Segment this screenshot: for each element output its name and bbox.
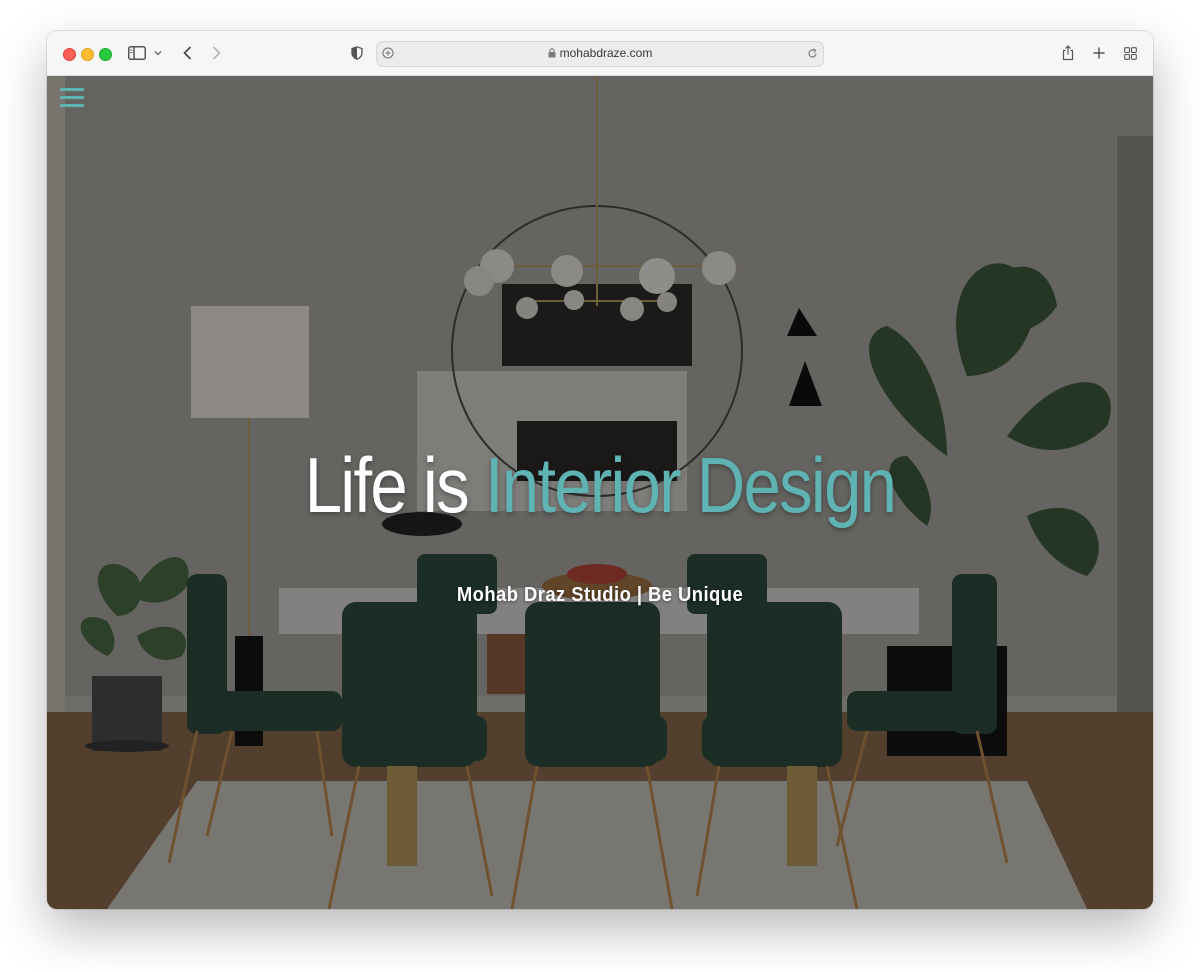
zoom-window-button[interactable] bbox=[99, 48, 112, 61]
lock-icon bbox=[548, 47, 556, 61]
browser-window: mohabdraze.com Life is Interior Design M… bbox=[47, 31, 1153, 909]
url-display: mohabdraze.com bbox=[377, 46, 823, 61]
hero-section: Life is Interior Design Mohab Draz Studi… bbox=[47, 76, 1153, 909]
close-window-button[interactable] bbox=[63, 48, 76, 61]
browser-toolbar: mohabdraze.com bbox=[47, 31, 1153, 76]
chevron-left-icon[interactable] bbox=[180, 43, 194, 63]
reload-icon[interactable] bbox=[805, 45, 819, 61]
sidebar-icon[interactable] bbox=[127, 43, 147, 63]
chevron-right-icon[interactable] bbox=[209, 43, 223, 63]
shield-icon[interactable] bbox=[349, 43, 365, 63]
headline-accent-text: Interior Design bbox=[484, 441, 897, 529]
tab-overview-icon[interactable] bbox=[1122, 43, 1138, 63]
plus-icon[interactable] bbox=[1091, 43, 1107, 63]
hero-subtitle: Mohab Draz Studio | Be Unique bbox=[456, 584, 744, 606]
url-text: mohabdraze.com bbox=[559, 46, 653, 60]
address-bar[interactable]: mohabdraze.com bbox=[376, 41, 824, 67]
hero-headline: Life is Interior Design bbox=[124, 440, 1075, 531]
chevron-down-icon[interactable] bbox=[152, 43, 164, 63]
hamburger-menu-icon[interactable] bbox=[60, 88, 84, 110]
minimize-window-button[interactable] bbox=[81, 48, 94, 61]
headline-white-text: Life is bbox=[304, 441, 470, 529]
share-icon[interactable] bbox=[1060, 43, 1076, 63]
